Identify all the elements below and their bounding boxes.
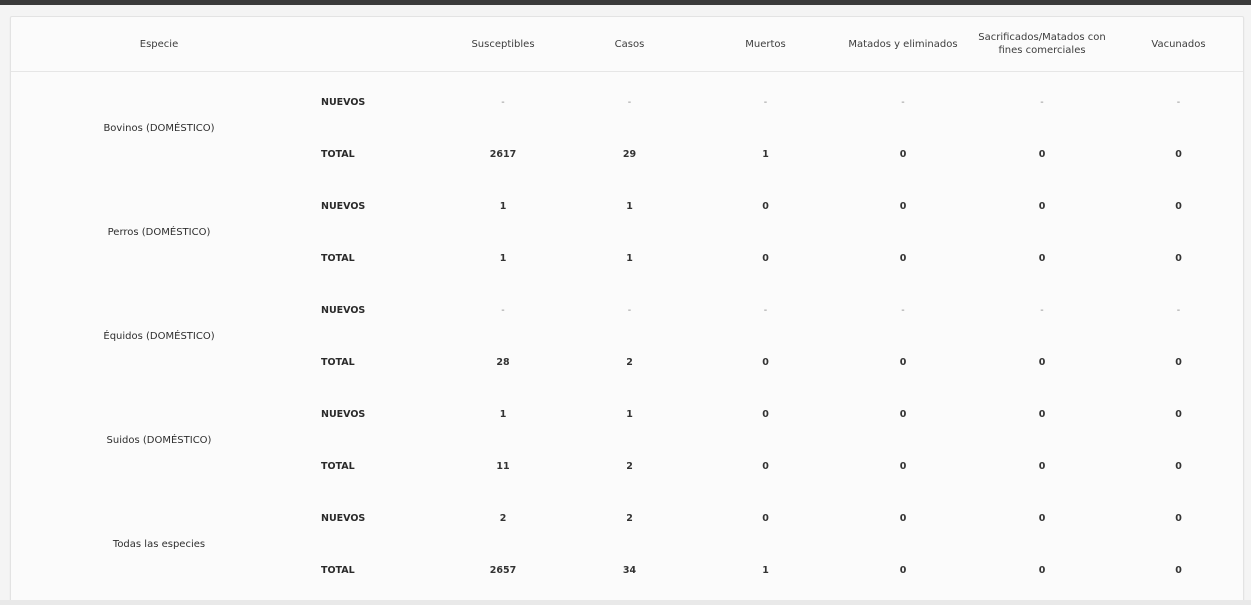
cell-muertos: 1 xyxy=(762,564,769,576)
cell-sacrificados: 0 xyxy=(1038,408,1046,420)
cell-casos: 2 xyxy=(626,512,633,524)
species-name: Suidos (DOMÉSTICO) xyxy=(106,434,212,446)
species-name: Todas las especies xyxy=(112,538,206,550)
cell-sacrificados: - xyxy=(1040,304,1044,316)
cell-vacunados: 0 xyxy=(1175,356,1182,368)
cell-casos: 1 xyxy=(626,200,633,212)
cell-sacrificados: 0 xyxy=(1038,564,1046,576)
table-header-row: Especie Susceptibles Casos Muertos Matad… xyxy=(11,17,1243,72)
outbreak-species-table-card: Especie Susceptibles Casos Muertos Matad… xyxy=(10,16,1244,602)
header-especie: Especie xyxy=(11,17,307,72)
cell-casos: 2 xyxy=(626,356,633,368)
table-body: Bovinos (DOMÉSTICO) NUEVOS - - - - - - TOTAL 2617… xyxy=(11,72,1243,597)
cell-susceptibles: 1 xyxy=(499,252,507,264)
cell-sacrificados: 0 xyxy=(1038,356,1046,368)
row-type-total: TOTAL xyxy=(321,252,355,264)
cell-vacunados: 0 xyxy=(1175,200,1182,212)
row-type-nuevos: NUEVOS xyxy=(321,304,366,316)
cell-muertos: - xyxy=(763,304,768,316)
cell-vacunados: - xyxy=(1176,304,1181,316)
row-type-nuevos: NUEVOS xyxy=(321,408,366,420)
cell-vacunados: - xyxy=(1176,96,1181,108)
cell-susceptibles: 2617 xyxy=(489,148,517,160)
species-name: Équidos (DOMÉSTICO) xyxy=(103,330,215,342)
row-type-total: TOTAL xyxy=(321,148,355,160)
cell-casos: 2 xyxy=(626,460,633,472)
cell-vacunados: 0 xyxy=(1175,252,1182,264)
cell-muertos: 0 xyxy=(762,512,769,524)
cell-casos: - xyxy=(627,96,632,108)
cell-matados: 0 xyxy=(899,200,907,212)
table-row: Perros (DOMÉSTICO) NUEVOS 1 1 0 0 0 0 xyxy=(11,180,1243,238)
page-bottom-edge xyxy=(0,600,1251,605)
cell-matados: 0 xyxy=(899,512,907,524)
cell-vacunados: 0 xyxy=(1175,512,1182,524)
cell-vacunados: 0 xyxy=(1175,460,1182,472)
row-type-nuevos: NUEVOS xyxy=(321,512,366,524)
species-name: Perros (DOMÉSTICO) xyxy=(107,226,211,238)
cell-matados: 0 xyxy=(899,564,907,576)
header-muertos: Muertos xyxy=(695,17,836,72)
row-type-nuevos: NUEVOS xyxy=(321,200,366,212)
header-vacunados: Vacunados xyxy=(1114,17,1243,72)
cell-sacrificados: 0 xyxy=(1038,148,1046,160)
row-type-nuevos: NUEVOS xyxy=(321,96,366,108)
cell-susceptibles: 28 xyxy=(496,356,510,368)
cell-susceptibles: 1 xyxy=(499,200,507,212)
cell-muertos: 0 xyxy=(762,460,769,472)
cell-vacunados: 0 xyxy=(1175,564,1182,576)
cell-matados: 0 xyxy=(899,356,907,368)
header-matados: Matados y eliminados xyxy=(836,17,970,72)
cell-muertos: 1 xyxy=(762,148,769,160)
cell-sacrificados: 0 xyxy=(1038,512,1046,524)
cell-susceptibles: - xyxy=(501,304,505,316)
cell-casos: 1 xyxy=(626,408,633,420)
cell-susceptibles: - xyxy=(501,96,505,108)
table-row: Équidos (DOMÉSTICO) NUEVOS - - - - - - xyxy=(11,284,1243,342)
cell-susceptibles: 1 xyxy=(499,408,507,420)
species-name: Bovinos (DOMÉSTICO) xyxy=(103,122,215,134)
cell-muertos: 0 xyxy=(762,200,769,212)
cell-muertos: - xyxy=(763,96,768,108)
cell-casos: 34 xyxy=(622,564,637,576)
species-table: Especie Susceptibles Casos Muertos Matad… xyxy=(11,17,1243,596)
cell-vacunados: 0 xyxy=(1175,408,1182,420)
row-type-total: TOTAL xyxy=(321,564,355,576)
cell-matados: 0 xyxy=(899,408,907,420)
cell-casos: - xyxy=(627,304,632,316)
row-type-total: TOTAL xyxy=(321,460,355,472)
header-casos: Casos xyxy=(564,17,695,72)
cell-muertos: 0 xyxy=(762,252,769,264)
cell-matados: 0 xyxy=(899,252,907,264)
cell-sacrificados: - xyxy=(1040,96,1044,108)
cell-casos: 29 xyxy=(622,148,637,160)
header-type xyxy=(307,17,442,72)
cell-matados: - xyxy=(901,304,905,316)
table-row: Suidos (DOMÉSTICO) NUEVOS 1 1 0 0 0 0 xyxy=(11,388,1243,446)
header-sacrificados: Sacrificados/Matados con fines comercial… xyxy=(970,17,1114,72)
table-row: Todas las especies NUEVOS 2 2 0 0 0 0 xyxy=(11,492,1243,550)
cell-sacrificados: 0 xyxy=(1038,252,1046,264)
cell-susceptibles: 2657 xyxy=(489,564,517,576)
cell-matados: 0 xyxy=(899,148,907,160)
cell-muertos: 0 xyxy=(762,356,769,368)
cell-vacunados: 0 xyxy=(1175,148,1182,160)
cell-matados: 0 xyxy=(899,460,907,472)
cell-muertos: 0 xyxy=(762,408,769,420)
row-type-total: TOTAL xyxy=(321,356,355,368)
cell-sacrificados: 0 xyxy=(1038,200,1046,212)
cell-casos: 1 xyxy=(626,252,633,264)
cell-susceptibles: 2 xyxy=(499,512,507,524)
cell-matados: - xyxy=(901,96,905,108)
cell-sacrificados: 0 xyxy=(1038,460,1046,472)
cell-susceptibles: 11 xyxy=(496,460,510,472)
table-row: Bovinos (DOMÉSTICO) NUEVOS - - - - - - xyxy=(11,72,1243,134)
page-background: Especie Susceptibles Casos Muertos Matad… xyxy=(0,5,1251,605)
header-susceptibles: Susceptibles xyxy=(442,17,564,72)
